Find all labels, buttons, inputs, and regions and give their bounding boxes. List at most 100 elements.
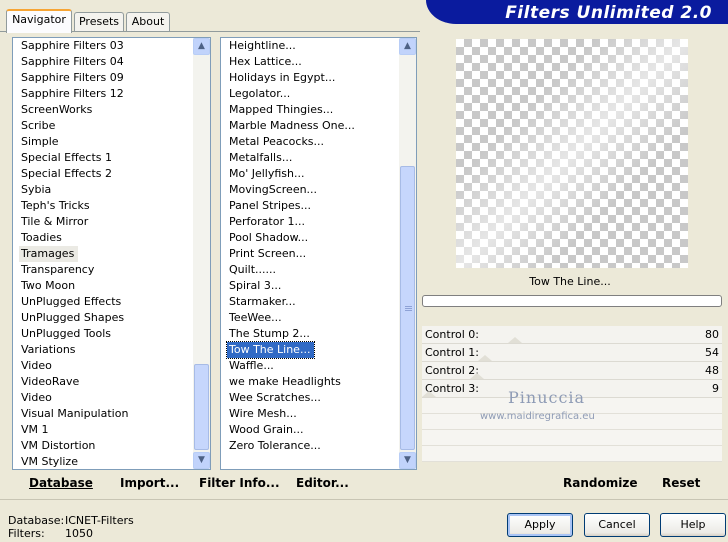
category-item-label: VM 1: [21, 423, 49, 436]
empty-control-row: [422, 430, 722, 446]
category-item[interactable]: Sapphire Filters 03: [13, 38, 210, 54]
filter-item[interactable]: Wood Grain...: [221, 422, 416, 438]
filter-item[interactable]: Tow The Line...: [221, 341, 416, 359]
filter-item[interactable]: Metalfalls...: [221, 150, 416, 166]
category-item[interactable]: Sapphire Filters 09: [13, 70, 210, 86]
filter-item[interactable]: Pool Shadow...: [221, 230, 416, 246]
filter-info-button[interactable]: Filter Info...: [199, 476, 280, 490]
filters-count: 1050: [65, 527, 93, 540]
category-item[interactable]: Video: [13, 390, 210, 406]
category-item[interactable]: Teph's Tricks: [13, 198, 210, 214]
filter-item[interactable]: Heightline...: [221, 38, 416, 54]
scroll-up-icon[interactable]: ▲: [399, 38, 416, 55]
filter-item[interactable]: Print Screen...: [221, 246, 416, 262]
control-0-slider[interactable]: Control 0: 80: [422, 326, 722, 344]
filter-item[interactable]: Quilt......: [221, 262, 416, 278]
apply-button[interactable]: Apply: [507, 513, 573, 537]
filter-item-label: Spiral 3...: [229, 279, 282, 292]
help-button[interactable]: Help: [660, 513, 726, 537]
category-item[interactable]: ScreenWorks: [13, 102, 210, 118]
category-item[interactable]: VM 1: [13, 422, 210, 438]
import-button[interactable]: Import...: [120, 476, 179, 490]
cancel-button[interactable]: Cancel: [584, 513, 650, 537]
scroll-up-icon[interactable]: ▲: [193, 38, 210, 55]
filter-item[interactable]: TeeWee...: [221, 310, 416, 326]
filter-item[interactable]: Wire Mesh...: [221, 406, 416, 422]
category-item[interactable]: Scribe: [13, 118, 210, 134]
slider-thumb-icon[interactable]: [422, 391, 436, 397]
category-item[interactable]: Sapphire Filters 12: [13, 86, 210, 102]
filter-scrollbar[interactable]: ▲ ▼: [399, 38, 416, 469]
filter-item[interactable]: Starmaker...: [221, 294, 416, 310]
slider-thumb-icon[interactable]: [470, 373, 484, 379]
category-item[interactable]: Transparency: [13, 262, 210, 278]
category-item[interactable]: Video: [13, 358, 210, 374]
category-item[interactable]: Variations: [13, 342, 210, 358]
filter-scroll-thumb[interactable]: [400, 166, 415, 450]
category-item[interactable]: UnPlugged Shapes: [13, 310, 210, 326]
filter-item[interactable]: we make Headlights: [221, 374, 416, 390]
filter-item-label: Metalfalls...: [229, 151, 293, 164]
category-item[interactable]: VM Stylize: [13, 454, 210, 469]
category-item[interactable]: UnPlugged Tools: [13, 326, 210, 342]
category-item-label: Tile & Mirror: [21, 215, 89, 228]
category-item-label: Tramages: [19, 246, 79, 262]
filter-item[interactable]: Mo' Jellyfish...: [221, 166, 416, 182]
category-item[interactable]: Special Effects 2: [13, 166, 210, 182]
category-item[interactable]: Tramages: [13, 246, 210, 262]
filter-item[interactable]: Metal Peacocks...: [221, 134, 416, 150]
filter-list[interactable]: Heightline... Hex Lattice... Holidays in E…: [220, 37, 417, 470]
editor-button[interactable]: Editor...: [296, 476, 349, 490]
control-2-value: 48: [705, 364, 719, 377]
filter-item[interactable]: Hex Lattice...: [221, 54, 416, 70]
filter-item[interactable]: Marble Madness One...: [221, 118, 416, 134]
filter-item-label: Heightline...: [229, 39, 296, 52]
category-item[interactable]: Toadies: [13, 230, 210, 246]
filter-item[interactable]: MovingScreen...: [221, 182, 416, 198]
category-item[interactable]: Two Moon: [13, 278, 210, 294]
filter-item-label: Perforator 1...: [229, 215, 305, 228]
bottom-toolbar: Database Import... Filter Info... Editor…: [12, 472, 412, 496]
filter-item[interactable]: Spiral 3...: [221, 278, 416, 294]
category-item[interactable]: Simple: [13, 134, 210, 150]
control-1-slider[interactable]: Control 1: 54: [422, 344, 722, 362]
filter-item[interactable]: Perforator 1...: [221, 214, 416, 230]
category-item[interactable]: Tile & Mirror: [13, 214, 210, 230]
category-scroll-thumb[interactable]: [194, 364, 209, 450]
category-item-label: Sapphire Filters 12: [21, 87, 124, 100]
control-3-value: 9: [712, 382, 719, 395]
category-list[interactable]: Sapphire Filters 03 Sapphire Filters 04 Sa…: [12, 37, 211, 470]
filter-item[interactable]: The Stump 2...: [221, 326, 416, 342]
filter-item-label: Tow The Line...: [225, 341, 316, 359]
category-item[interactable]: VideoRave: [13, 374, 210, 390]
scroll-down-icon[interactable]: ▼: [399, 452, 416, 469]
preview-image[interactable]: [456, 39, 688, 268]
control-2-slider[interactable]: Control 2: 48: [422, 362, 722, 380]
category-item-label: Sapphire Filters 04: [21, 55, 124, 68]
category-item[interactable]: Sybia: [13, 182, 210, 198]
tab-about[interactable]: About: [126, 12, 170, 31]
filter-item[interactable]: Zero Tolerance...: [221, 438, 416, 454]
scroll-down-icon[interactable]: ▼: [193, 452, 210, 469]
category-item[interactable]: Visual Manipulation: [13, 406, 210, 422]
filter-item[interactable]: Holidays in Egypt...: [221, 70, 416, 86]
filter-item[interactable]: Wee Scratches...: [221, 390, 416, 406]
filter-item-label: Starmaker...: [229, 295, 296, 308]
category-item[interactable]: VM Distortion: [13, 438, 210, 454]
tab-presets[interactable]: Presets: [74, 12, 124, 31]
database-button[interactable]: Database: [29, 476, 93, 490]
category-item[interactable]: Special Effects 1: [13, 150, 210, 166]
tab-navigator[interactable]: Navigator: [6, 9, 72, 33]
randomize-button[interactable]: Randomize: [563, 476, 637, 490]
filter-item[interactable]: Panel Stripes...: [221, 198, 416, 214]
slider-thumb-icon[interactable]: [508, 337, 522, 343]
category-scrollbar[interactable]: ▲ ▼: [193, 38, 210, 469]
filter-item[interactable]: Mapped Thingies...: [221, 102, 416, 118]
reset-button[interactable]: Reset: [662, 476, 700, 490]
slider-thumb-icon[interactable]: [478, 355, 492, 361]
control-0-label: Control 0:: [425, 328, 479, 341]
filter-item[interactable]: Legolator...: [221, 86, 416, 102]
category-item[interactable]: UnPlugged Effects: [13, 294, 210, 310]
filter-item[interactable]: Waffle...: [221, 358, 416, 374]
category-item[interactable]: Sapphire Filters 04: [13, 54, 210, 70]
